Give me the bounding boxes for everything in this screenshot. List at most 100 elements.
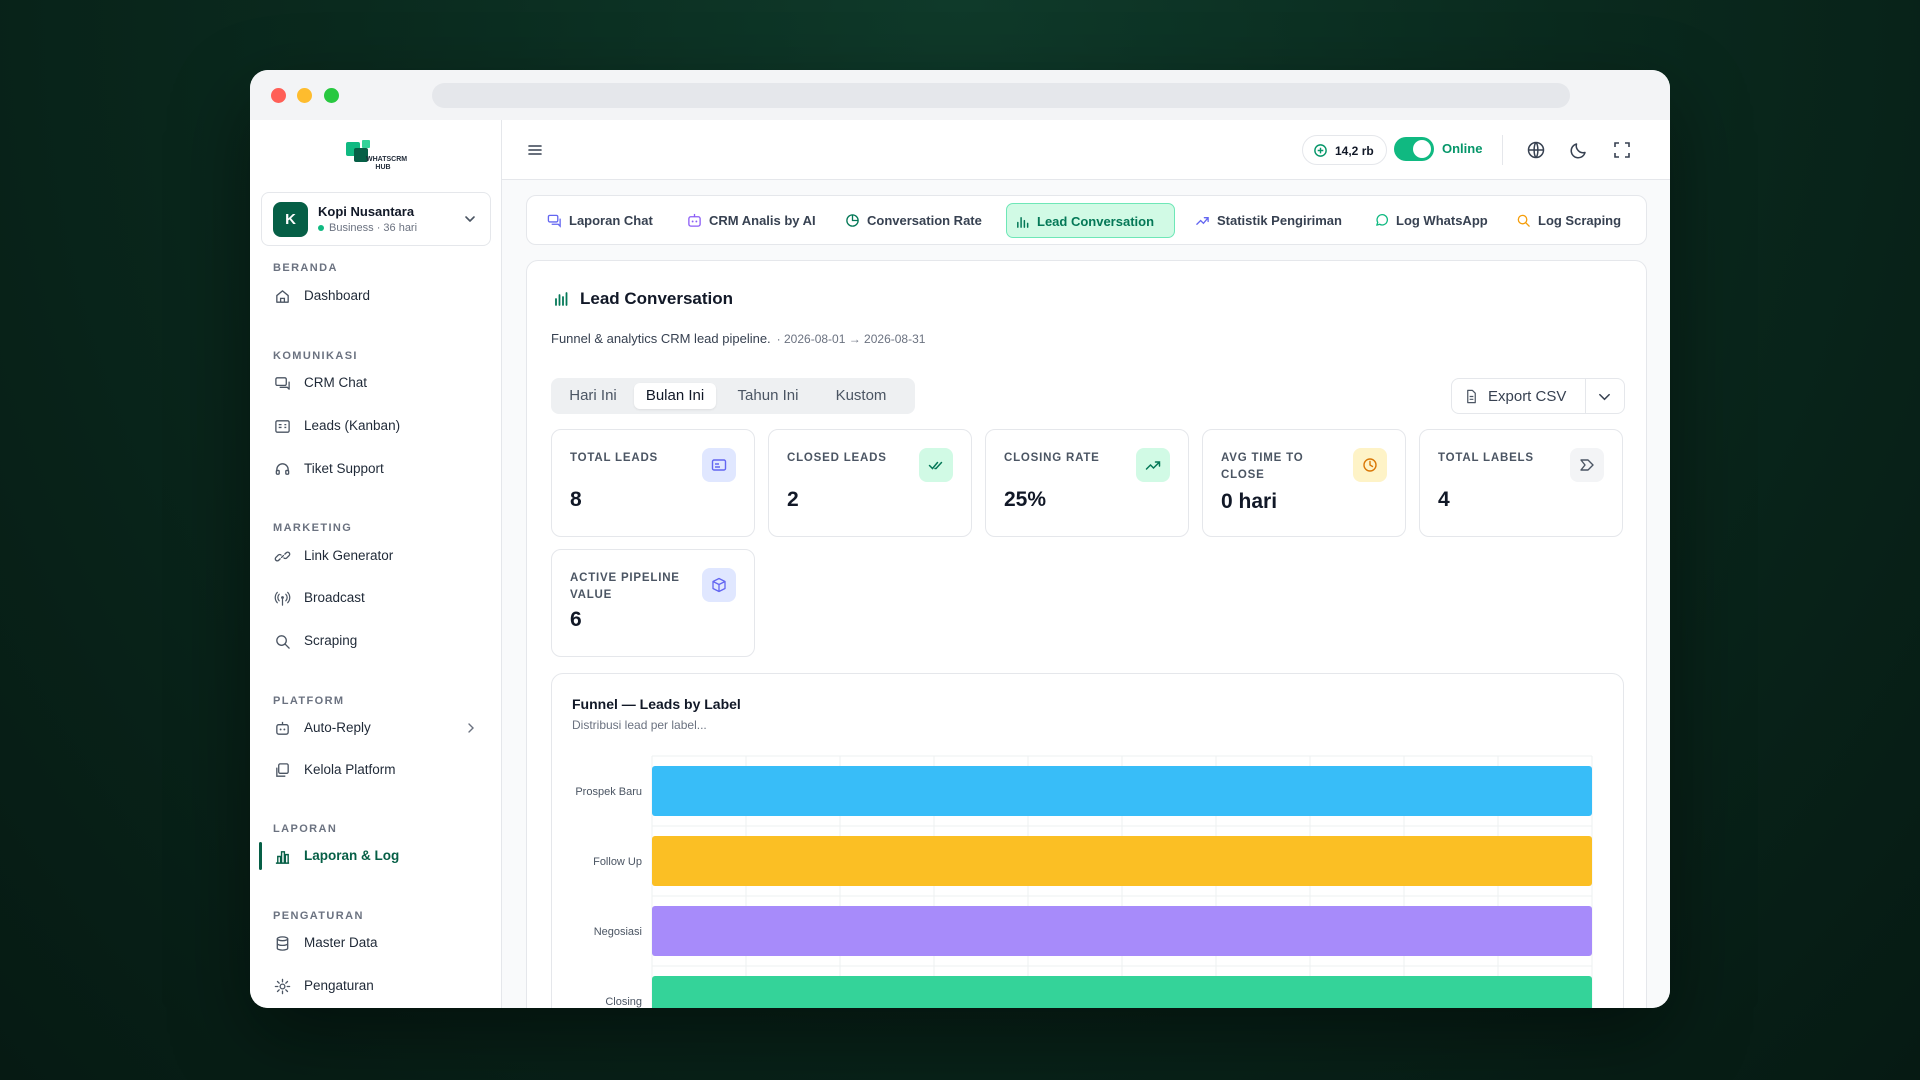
range-bulan-ini[interactable]: Bulan Ini bbox=[634, 383, 716, 409]
globe-icon[interactable] bbox=[1526, 140, 1546, 160]
range-hari-ini[interactable]: Hari Ini bbox=[559, 383, 627, 409]
maximize-window-button[interactable] bbox=[324, 88, 339, 103]
headset-icon bbox=[275, 463, 290, 475]
report-tabs: Laporan Chat CRM Analis by AI Conversati… bbox=[526, 195, 1647, 245]
stat-value: 25% bbox=[1004, 488, 1047, 511]
chevron-right-icon bbox=[468, 723, 474, 733]
chart-title: Funnel — Leads by Label bbox=[572, 696, 741, 712]
sidebar-item-pengaturan[interactable]: Pengaturan bbox=[261, 968, 491, 1004]
section-komunikasi: KOMUNIKASI bbox=[273, 350, 358, 362]
id-card-icon bbox=[711, 459, 727, 471]
funnel-chart: Prospek Baru Follow Up Negosiasi Closing bbox=[575, 755, 1593, 1008]
sidebar-item-broadcast[interactable]: Broadcast bbox=[261, 580, 491, 616]
file-icon bbox=[1467, 389, 1476, 404]
search-icon bbox=[1517, 214, 1530, 227]
sidebar-item-link-generator[interactable]: Link Generator bbox=[261, 538, 491, 574]
chat-icon bbox=[275, 377, 290, 390]
bar-chart-icon bbox=[275, 851, 290, 864]
sidebar-item-leads-kanban[interactable]: Leads (Kanban) bbox=[261, 408, 491, 444]
gear-icon bbox=[274, 978, 291, 995]
stat-value: 4 bbox=[1438, 488, 1450, 511]
section-platform: PLATFORM bbox=[273, 695, 345, 707]
hamburger-menu-icon[interactable] bbox=[525, 140, 545, 160]
category-tick-label: Closing bbox=[605, 996, 642, 1008]
minimize-window-button[interactable] bbox=[297, 88, 312, 103]
tab-statistik-pengiriman[interactable]: Statistik Pengiriman bbox=[1187, 203, 1351, 238]
tab-conversation-rate[interactable]: Conversation Rate bbox=[837, 203, 987, 238]
box-icon bbox=[712, 577, 726, 593]
category-tick-label: Follow Up bbox=[593, 856, 642, 868]
stat-value: 0 hari bbox=[1221, 490, 1278, 513]
credit-badge[interactable]: 14,2 rb bbox=[1302, 135, 1387, 165]
sidebar-item-tiket-support[interactable]: Tiket Support bbox=[261, 451, 491, 487]
sidebar: WHATSCRM HUB K Kopi Nusantara Business ·… bbox=[250, 120, 502, 1008]
tab-log-whatsapp[interactable]: Log WhatsApp bbox=[1366, 203, 1494, 238]
double-check-icon bbox=[928, 461, 943, 470]
database-icon bbox=[276, 936, 289, 951]
search-icon bbox=[276, 635, 290, 649]
funnel-bar-closing[interactable] bbox=[652, 976, 1592, 1008]
stat-card-avg-time-to-close: AVG TIME TO CLOSE 0 hari bbox=[1202, 429, 1406, 537]
clock-icon bbox=[1363, 458, 1377, 472]
date-range-text: · 2026-08-01 → 2026-08-31 bbox=[776, 332, 926, 346]
stat-icon-badge bbox=[702, 448, 736, 482]
stat-value: 2 bbox=[787, 488, 799, 511]
tab-laporan-chat[interactable]: Laporan Chat bbox=[539, 203, 665, 238]
link-icon bbox=[274, 551, 291, 562]
sidebar-item-laporan-log[interactable]: Laporan & Log bbox=[259, 838, 491, 874]
fullscreen-icon[interactable] bbox=[1612, 140, 1632, 160]
plus-circle-icon bbox=[1314, 144, 1327, 157]
sidebar-item-dashboard[interactable]: Dashboard bbox=[261, 278, 491, 314]
funnel-chart-card: Prospek Baru Follow Up Negosiasi Closing Fu… bbox=[551, 673, 1624, 1008]
close-window-button[interactable] bbox=[271, 88, 286, 103]
funnel-bar-prospek-baru[interactable] bbox=[652, 766, 1592, 816]
home-icon bbox=[276, 290, 289, 303]
brand-name: WHATSCRM HUB bbox=[366, 156, 408, 171]
tab-log-scraping[interactable]: Log Scraping bbox=[1508, 203, 1634, 238]
page-title: Lead Conversation bbox=[580, 289, 734, 308]
online-status: Online bbox=[1442, 141, 1483, 156]
export-csv-button[interactable]: Export CSV bbox=[1451, 378, 1625, 414]
funnel-bar-negosiasi[interactable] bbox=[652, 906, 1592, 956]
stat-card-total-labels: TOTAL LABELS 4 bbox=[1419, 429, 1623, 537]
bar-chart-icon bbox=[555, 292, 568, 306]
status-dot-icon bbox=[318, 225, 324, 232]
moon-icon[interactable] bbox=[1569, 140, 1589, 160]
section-pengaturan: PENGATURAN bbox=[273, 910, 364, 922]
stat-icon-badge bbox=[702, 568, 736, 602]
address-bar[interactable] bbox=[432, 83, 1570, 108]
brand-logo: WHATSCRM HUB bbox=[344, 140, 408, 174]
stat-label: CLOSING RATE bbox=[1004, 452, 1100, 464]
tag-icon bbox=[1580, 459, 1594, 471]
account-switcher[interactable]: K Kopi Nusantara Business · 36 hari bbox=[261, 192, 491, 246]
page-subtitle: Funnel & analytics CRM lead pipeline. · 2… bbox=[551, 331, 926, 346]
main-content: 14,2 rb Online Laporan Chat CRM Analis b… bbox=[502, 120, 1670, 1008]
bot-icon bbox=[276, 721, 289, 735]
online-toggle[interactable] bbox=[1394, 137, 1434, 161]
range-kustom[interactable]: Kustom bbox=[819, 383, 903, 409]
funnel-bar-follow-up[interactable] bbox=[652, 836, 1592, 886]
tab-lead-conversation[interactable]: Lead Conversation bbox=[1006, 203, 1175, 238]
credit-amount: 14,2 rb bbox=[1335, 144, 1374, 158]
tab-crm-analis-ai[interactable]: CRM Analis by AI bbox=[679, 203, 825, 238]
chevron-down-icon[interactable] bbox=[1597, 389, 1612, 404]
chart-subtitle: Distribusi lead per label... bbox=[572, 718, 707, 732]
sidebar-item-kelola-platform[interactable]: Kelola Platform bbox=[261, 752, 491, 788]
stat-card-active-pipeline-value: ACTIVE PIPELINE VALUE 6 bbox=[551, 549, 755, 657]
avatar: K bbox=[273, 202, 308, 237]
trend-up-icon bbox=[1145, 461, 1161, 470]
stat-card-total-leads: TOTAL LEADS 8 bbox=[551, 429, 755, 537]
category-tick-label: Prospek Baru bbox=[575, 786, 642, 798]
category-tick-label: Negosiasi bbox=[594, 926, 642, 938]
account-plan: Business · 36 hari bbox=[318, 222, 417, 234]
broadcast-icon bbox=[274, 591, 291, 606]
sidebar-item-scraping[interactable]: Scraping bbox=[261, 623, 491, 659]
section-laporan: LAPORAN bbox=[273, 823, 338, 835]
section-beranda: BERANDA bbox=[273, 262, 338, 274]
stat-value: 6 bbox=[570, 608, 582, 631]
range-tahun-ini[interactable]: Tahun Ini bbox=[723, 383, 813, 409]
sidebar-item-crm-chat[interactable]: CRM Chat bbox=[261, 365, 491, 401]
sidebar-item-auto-reply[interactable]: Auto-Reply bbox=[261, 710, 491, 746]
chat-icon bbox=[547, 214, 561, 228]
sidebar-item-master-data[interactable]: Master Data bbox=[261, 925, 491, 961]
